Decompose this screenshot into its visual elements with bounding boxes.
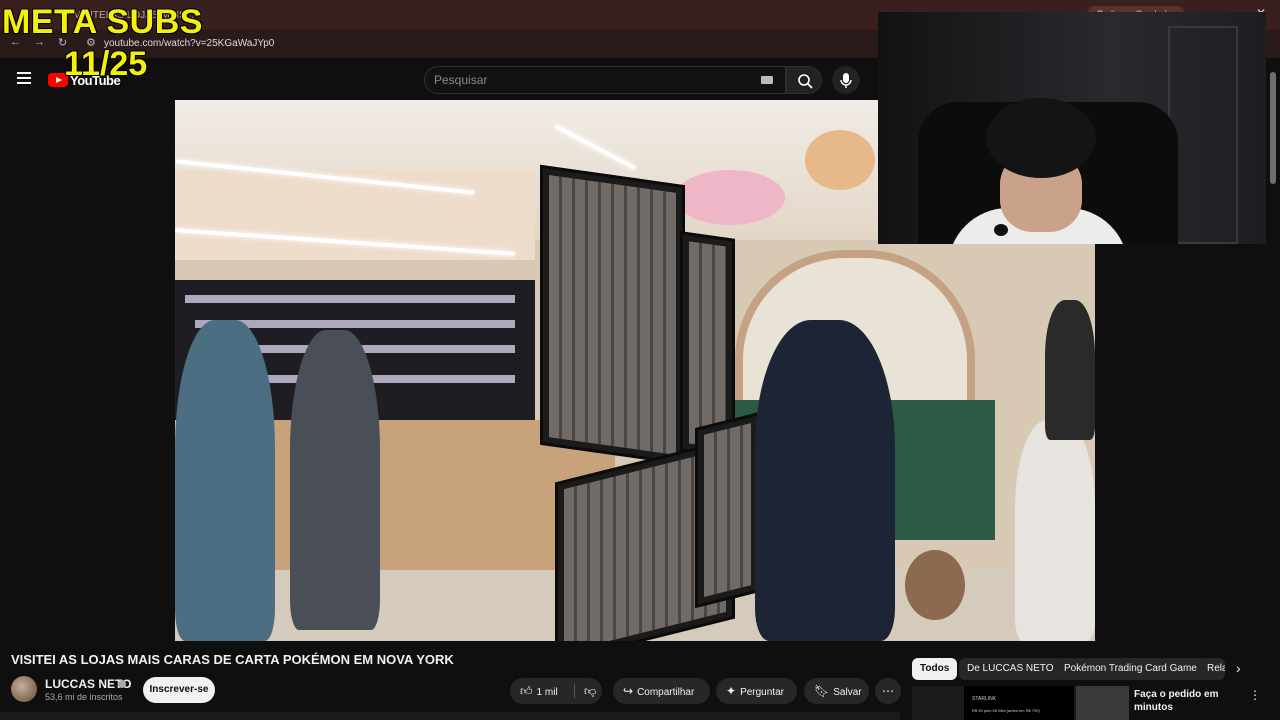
suggestion-thumbnail[interactable]: STARLINK R$ 99 pelo Kit Mini (antes em R…: [912, 686, 1129, 720]
subscriber-count: 53,6 mi de inscritos: [45, 692, 123, 702]
chip-pokemon-tcg[interactable]: Pokémon Trading Card Game: [1056, 658, 1205, 680]
page-scrollbar[interactable]: [1270, 72, 1276, 184]
video-frame-dog: [905, 550, 965, 620]
video-frame-plush: [675, 170, 785, 225]
webcam-overlay: [878, 12, 1266, 244]
search-placeholder: Pesquisar: [434, 73, 488, 87]
description-box-edge: [0, 712, 900, 720]
menu-icon[interactable]: [17, 72, 31, 84]
save-label: Salvar: [833, 687, 862, 698]
chip-from-channel[interactable]: De LUCCAS NETO: [959, 658, 1062, 680]
webcam-headset-mic: [994, 224, 1008, 236]
video-frame-shelf: [175, 170, 535, 260]
mic-icon: [840, 73, 852, 88]
search-icon: [798, 74, 813, 89]
share-icon: ↪: [623, 684, 634, 698]
like-divider: [574, 684, 575, 698]
chevron-right-icon[interactable]: ›: [1236, 660, 1241, 676]
thumb-offer: R$ 99 pelo Kit Mini (antes em R$ 799): [972, 708, 1040, 713]
more-actions-button[interactable]: ⋯: [875, 678, 901, 704]
ask-button[interactable]: ✦ Perguntar: [716, 678, 797, 704]
video-frame-person: [755, 320, 895, 641]
chip-related[interactable]: Rela: [1199, 658, 1225, 680]
subscribe-button[interactable]: Inscrever-se: [143, 677, 215, 703]
meta-subs-overlay: META SUBS: [2, 3, 203, 41]
save-button[interactable]: 🔖︎ Salvar: [804, 678, 869, 704]
video-frame-plush: [805, 130, 875, 190]
share-label: Compartilhar: [637, 687, 695, 698]
share-button[interactable]: ↪ Compartilhar: [613, 678, 710, 704]
sparkle-icon: ✦: [726, 684, 737, 698]
search-button[interactable]: [786, 66, 822, 94]
video-frame-person: [1015, 420, 1095, 641]
chip-all[interactable]: Todos: [912, 658, 958, 680]
video-frame-display-case: [540, 164, 685, 466]
avatar[interactable]: [11, 676, 37, 702]
video-frame-display-case: [695, 411, 760, 609]
like-icon[interactable]: 👍︎: [520, 678, 533, 704]
dislike-icon[interactable]: 👎︎: [584, 678, 596, 704]
webcam-door: [1168, 26, 1238, 244]
bookmark-icon: 🔖︎: [814, 684, 830, 698]
like-count[interactable]: 1 mil: [537, 687, 558, 698]
ask-label: Perguntar: [740, 687, 784, 698]
verified-icon: [118, 680, 126, 688]
webcam-person-hair: [986, 98, 1096, 178]
screen: VISITEI AS LOJAS MAIS... Pedir um Combo!…: [0, 0, 1280, 720]
keyboard-icon[interactable]: [761, 76, 773, 84]
video-frame-cards: [185, 295, 515, 303]
video-frame-person: [290, 330, 380, 630]
suggestion-title[interactable]: Faça o pedido em minutos: [1134, 688, 1244, 714]
thumb-brand: STARLINK: [972, 696, 997, 702]
sub-count-overlay: 11/25: [64, 45, 148, 83]
video-title: VISITEI AS LOJAS MAIS CARAS DE CARTA POK…: [11, 652, 454, 667]
voice-search-button[interactable]: [832, 66, 860, 94]
like-dislike-group: 👍︎ 1 mil 👎︎: [510, 678, 602, 704]
video-frame-person: [175, 320, 275, 641]
video-frame-person: [1045, 300, 1095, 440]
suggestion-menu-icon[interactable]: ⋮: [1249, 688, 1261, 702]
